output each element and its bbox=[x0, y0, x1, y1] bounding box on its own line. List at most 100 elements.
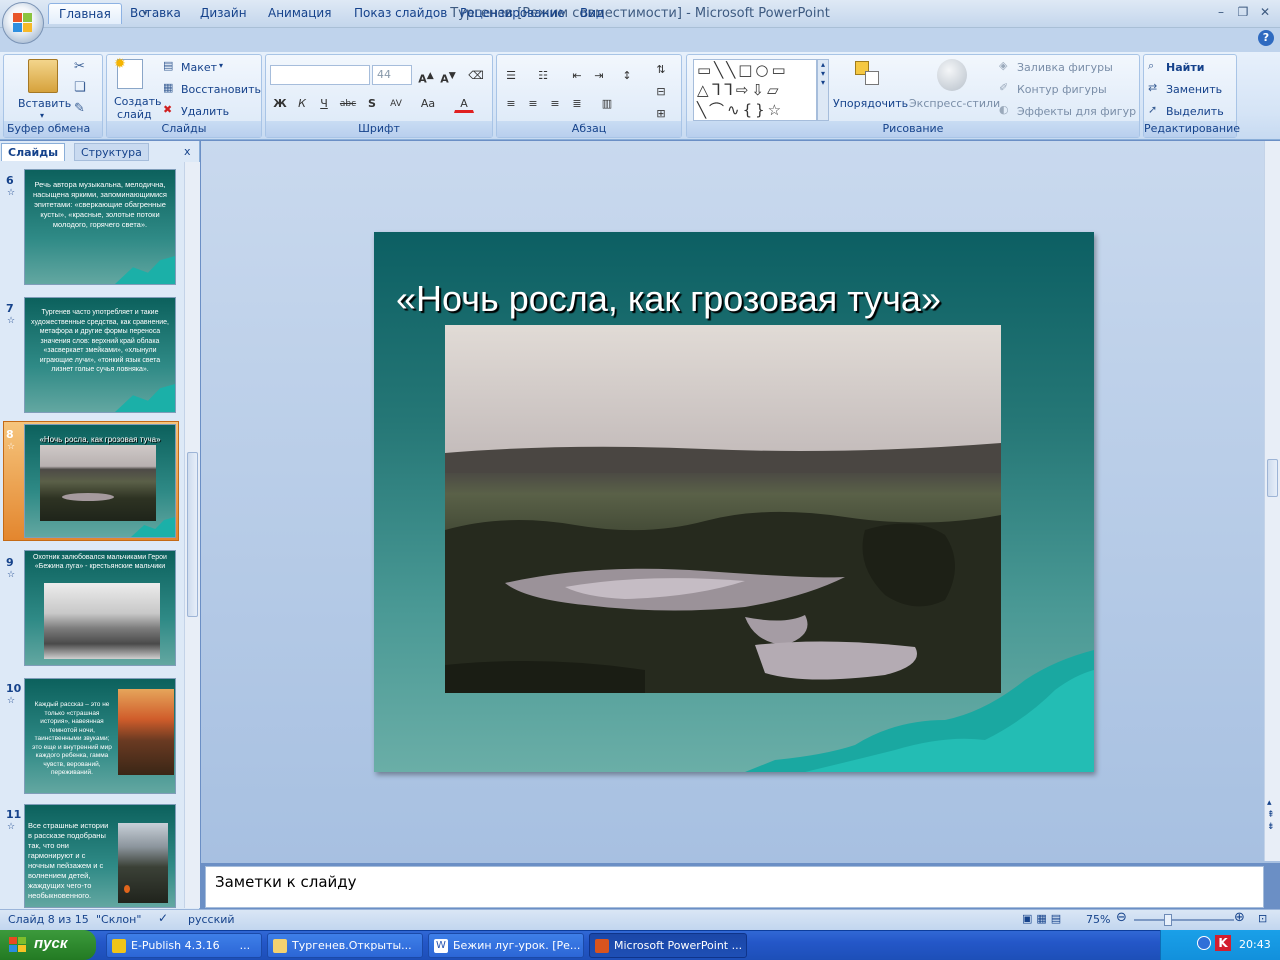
clock[interactable]: 20:43 bbox=[1239, 938, 1271, 951]
slide-photo[interactable] bbox=[445, 325, 1001, 693]
columns-icon[interactable]: ▥ bbox=[597, 93, 617, 113]
shrink-font-icon[interactable]: A▼ bbox=[438, 65, 458, 86]
shapes-gallery[interactable]: ▭╲╲□○▭ △ᒣᒣ⇨⇩▱ ╲⌒∿{}☆ bbox=[693, 59, 817, 121]
arrange-icon[interactable] bbox=[853, 59, 885, 91]
char-spacing-icon[interactable]: AV bbox=[386, 93, 406, 113]
spellcheck-icon[interactable]: ✓ bbox=[158, 911, 168, 925]
new-slide-button[interactable]: Создать bbox=[114, 95, 162, 108]
find-button[interactable]: Найти bbox=[1166, 61, 1204, 74]
taskbar-item-powerpoint[interactable]: Microsoft PowerPoint ... bbox=[589, 933, 747, 958]
paste-dropdown-icon[interactable]: ▾ bbox=[40, 111, 44, 120]
close-button[interactable]: ✕ bbox=[1254, 5, 1276, 21]
fit-window-icon[interactable]: ⊡ bbox=[1258, 912, 1267, 925]
bullets-icon[interactable]: ☰ bbox=[501, 65, 521, 85]
office-button[interactable] bbox=[2, 2, 44, 44]
copy-icon[interactable]: ❏ bbox=[74, 80, 86, 95]
kaspersky-icon[interactable]: K bbox=[1215, 935, 1231, 951]
cut-icon[interactable]: ✂ bbox=[74, 59, 85, 74]
italic-icon[interactable]: К bbox=[292, 93, 312, 113]
quick-styles-button[interactable]: Экспресс-стили bbox=[909, 97, 1000, 110]
slide-title[interactable]: «Ночь росла, как грозовая туча» bbox=[396, 278, 1096, 320]
zoom-level[interactable]: 75% bbox=[1086, 913, 1110, 926]
bold-icon[interactable]: Ж bbox=[270, 93, 290, 113]
panel-scrollbar[interactable] bbox=[184, 162, 200, 908]
format-painter-icon[interactable]: ✎ bbox=[74, 101, 85, 116]
replace-button[interactable]: Заменить bbox=[1166, 83, 1222, 96]
align-text-icon[interactable]: ⊟ bbox=[651, 81, 671, 101]
slide-thumbnail-7[interactable]: Тургенев часто употребляет и такие худож… bbox=[24, 297, 176, 413]
start-button[interactable]: пуск bbox=[0, 930, 96, 960]
delete-button[interactable]: Удалить bbox=[181, 105, 229, 118]
slide-scrollbar[interactable]: ▴ ⇞ ⇟ bbox=[1264, 141, 1280, 861]
zoom-in-icon[interactable]: ⊕ bbox=[1234, 910, 1245, 925]
font-group: 44 A▲ A▼ ⌫ Ж К Ч abc S AV Aa A Шрифт bbox=[265, 54, 493, 138]
numbering-icon[interactable]: ☷ bbox=[533, 65, 553, 85]
quick-styles-icon[interactable] bbox=[937, 59, 967, 91]
paste-button[interactable]: Вставить bbox=[18, 97, 71, 110]
shape-outline-button[interactable]: Контур фигуры bbox=[1017, 83, 1107, 96]
zoom-slider-thumb[interactable] bbox=[1164, 914, 1172, 926]
language-indicator[interactable]: русский bbox=[188, 913, 235, 926]
layout-button[interactable]: Макет bbox=[181, 61, 217, 74]
text-direction-icon[interactable]: ⇅ bbox=[651, 59, 671, 79]
increase-indent-icon[interactable]: ⇥ bbox=[589, 65, 609, 85]
select-button[interactable]: Выделить bbox=[1166, 105, 1224, 118]
thumbnail-photo bbox=[44, 583, 160, 659]
tab-outline[interactable]: Структура bbox=[74, 143, 149, 161]
panel-scroll-thumb[interactable] bbox=[187, 452, 198, 617]
zoom-slider[interactable] bbox=[1134, 919, 1234, 921]
help-icon[interactable]: ? bbox=[1258, 30, 1274, 46]
tab-slides[interactable]: Слайды bbox=[1, 143, 66, 161]
shape-effects-button[interactable]: Эффекты для фигур bbox=[1017, 105, 1136, 118]
tab-view[interactable]: Вид bbox=[570, 3, 614, 24]
align-right-icon[interactable]: ≡ bbox=[545, 93, 565, 113]
justify-icon[interactable]: ≣ bbox=[567, 93, 587, 113]
view-buttons[interactable]: ▣▦▤ bbox=[1022, 912, 1065, 925]
theme-name: "Склон" bbox=[96, 913, 142, 926]
layout-dropdown-icon[interactable]: ▾ bbox=[219, 61, 223, 70]
tab-design[interactable]: Дизайн bbox=[190, 3, 257, 24]
font-size-field[interactable]: 44 bbox=[372, 65, 412, 85]
strikethrough-icon[interactable]: abc bbox=[338, 93, 358, 113]
smartart-icon[interactable]: ⊞ bbox=[651, 103, 671, 123]
align-left-icon[interactable]: ≡ bbox=[501, 93, 521, 113]
change-case-icon[interactable]: Aa bbox=[418, 93, 438, 113]
tab-home[interactable]: Главная bbox=[48, 3, 122, 24]
tab-review[interactable]: Рецензирование bbox=[450, 3, 575, 24]
taskbar-item-word[interactable]: W Бежин луг-урок. [Ре... bbox=[428, 933, 584, 958]
new-slide-label[interactable]: слайд bbox=[117, 108, 152, 121]
font-color-icon[interactable]: A bbox=[454, 93, 474, 113]
panel-close-icon[interactable]: x bbox=[184, 145, 191, 158]
reset-button[interactable]: Восстановить bbox=[181, 83, 261, 96]
tab-animation[interactable]: Анимация bbox=[258, 3, 341, 24]
notes-pane[interactable]: Заметки к слайду bbox=[205, 866, 1264, 908]
network-icon[interactable] bbox=[1197, 936, 1211, 950]
arrange-button[interactable]: Упорядочить bbox=[833, 97, 908, 110]
slide-thumbnail-9[interactable]: Охотник залюбовался мальчиками Герои «Бе… bbox=[24, 550, 176, 666]
underline-icon[interactable]: Ч bbox=[314, 93, 334, 113]
font-name-field[interactable] bbox=[270, 65, 370, 85]
tab-slideshow[interactable]: Показ слайдов bbox=[344, 3, 457, 24]
paste-icon[interactable] bbox=[28, 59, 58, 93]
shadow-icon[interactable]: S bbox=[362, 93, 382, 113]
slide-thumbnail-8[interactable]: «Ночь росла, как грозовая туча» bbox=[24, 424, 176, 538]
slide-thumbnail-11[interactable]: Все страшные истории в рассказе подобран… bbox=[24, 804, 176, 908]
prev-next-slide-icon[interactable]: ▴ ⇞ ⇟ bbox=[1267, 797, 1275, 833]
clear-format-icon[interactable]: ⌫ bbox=[466, 65, 486, 85]
shapes-scroll[interactable]: ▴ ▾ ▾ bbox=[817, 59, 829, 121]
taskbar-item-folder[interactable]: Тургенев.Открыты... bbox=[267, 933, 423, 958]
shape-fill-button[interactable]: Заливка фигуры bbox=[1017, 61, 1113, 74]
minimize-button[interactable]: – bbox=[1210, 5, 1232, 21]
slide-thumbnail-10[interactable]: Каждый рассказ – это не только «страшная… bbox=[24, 678, 176, 794]
maximize-button[interactable]: ❐ bbox=[1232, 5, 1254, 21]
new-slide-icon[interactable]: ✹ bbox=[114, 56, 143, 89]
grow-font-icon[interactable]: A▲ bbox=[416, 65, 436, 86]
taskbar-item-epublish[interactable]: E-Publish 4.3.16... bbox=[106, 933, 262, 958]
zoom-out-icon[interactable]: ⊖ bbox=[1116, 910, 1127, 925]
align-center-icon[interactable]: ≡ bbox=[523, 93, 543, 113]
line-spacing-icon[interactable]: ↕ bbox=[617, 65, 637, 85]
decrease-indent-icon[interactable]: ⇤ bbox=[567, 65, 587, 85]
slide-thumbnail-6[interactable]: Речь автора музыкальна, мелодична, насыщ… bbox=[24, 169, 176, 285]
slide-scroll-thumb[interactable] bbox=[1267, 459, 1278, 497]
tab-insert[interactable]: Вставка bbox=[120, 3, 191, 24]
